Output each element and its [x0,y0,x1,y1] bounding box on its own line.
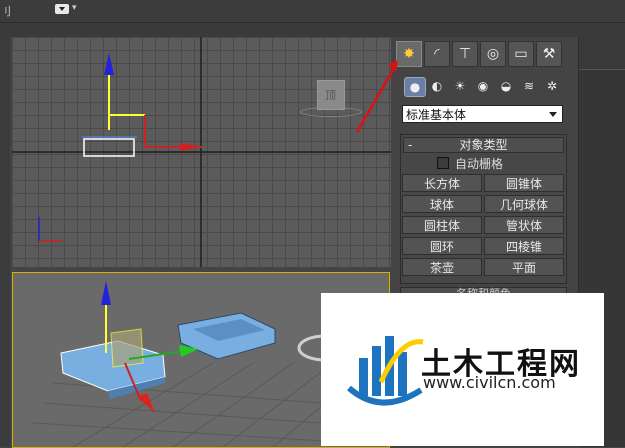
cylinder-button[interactable]: 圆柱体 [402,216,482,234]
systems-subtab[interactable]: ✲ [542,77,562,95]
top-toolbar: 刂 ▾ [0,0,625,23]
hammer-icon: ⚒ [542,46,556,62]
hierarchy-icon: ⊤ [458,46,472,62]
shapes-subtab[interactable]: ◐ [427,77,447,95]
torus-button[interactable]: 圆环 [402,237,482,255]
tube-button[interactable]: 管状体 [484,216,564,234]
autogrid-checkbox[interactable]: 自动栅格 [437,155,503,172]
geosphere-button[interactable]: 几何球体 [484,195,564,213]
command-panel-tabs: ✸ ◜ ⊤ ◎ ▭ ⚒ [393,41,576,67]
box-button[interactable]: 长方体 [402,174,482,192]
modify-icon: ◜ [434,46,440,62]
cameras-subtab[interactable]: ◉ [473,77,493,95]
watermark: 土木工程网 www.civilcn.com [321,293,604,446]
object-type-rollout: - 对象类型 自动栅格 长方体 圆锥体 球体 几何球体 圆柱体 管状体 圆环 四… [400,134,567,284]
hierarchy-tab[interactable]: ⊤ [452,41,478,67]
box-object-top [83,138,135,157]
toolbar-dropdown[interactable] [55,4,69,14]
gizmo-z-arrow [104,53,114,75]
display-icon: ▭ [514,46,528,62]
helper-icon: ◒ [500,79,512,93]
sphere-icon: ● [409,80,421,94]
create-icon: ✸ [403,46,415,62]
lights-subtab[interactable]: ☀ [450,77,470,95]
menu-partial-label[interactable]: 刂 [0,3,11,19]
checkbox-icon [437,157,449,169]
camera-icon: ◉ [477,79,489,93]
object-type-rollout-header[interactable]: - 对象类型 [403,137,564,153]
create-tab[interactable]: ✸ [396,41,422,67]
category-select-value: 标准基本体 [406,108,467,122]
motion-tab[interactable]: ◎ [480,41,506,67]
viewport-top-scene [12,37,391,267]
collapse-icon: - [408,138,413,152]
cone-button[interactable]: 圆锥体 [484,174,564,192]
chevron-down-icon[interactable]: ▾ [72,3,77,13]
space-warps-subtab[interactable]: ≋ [519,77,539,95]
object-type-title: 对象类型 [459,138,508,152]
modify-tab[interactable]: ◜ [424,41,450,67]
utilities-tab[interactable]: ⚒ [536,41,562,67]
viewport-top[interactable]: 顶 [12,37,391,267]
light-icon: ☀ [454,79,466,93]
pyramid-button[interactable]: 四棱锥 [484,237,564,255]
viewcube-ring[interactable] [300,107,362,117]
sphere-button[interactable]: 球体 [402,195,482,213]
autogrid-label: 自动栅格 [455,157,504,171]
ribbon-gap [0,23,625,37]
geometry-subtab[interactable]: ● [404,77,426,97]
teapot-button[interactable]: 茶壶 [402,258,482,276]
create-subtabs: ● ◐ ☀ ◉ ◒ ≋ ✲ [401,77,571,97]
chevron-down-icon [549,112,557,117]
plane-button[interactable]: 平面 [484,258,564,276]
systems-icon: ✲ [546,79,558,93]
category-select[interactable]: 标准基本体 [402,105,563,123]
display-tab[interactable]: ▭ [508,41,534,67]
left-viewport-strip [0,37,10,446]
shapes-icon: ◐ [431,79,443,93]
viewcube[interactable]: 顶 [317,80,345,110]
watermark-url: www.civilcn.com [423,373,556,392]
space-warp-icon: ≋ [523,79,535,93]
motion-icon: ◎ [486,46,500,62]
helpers-subtab[interactable]: ◒ [496,77,516,95]
viewcube-face-label: 顶 [325,89,336,102]
